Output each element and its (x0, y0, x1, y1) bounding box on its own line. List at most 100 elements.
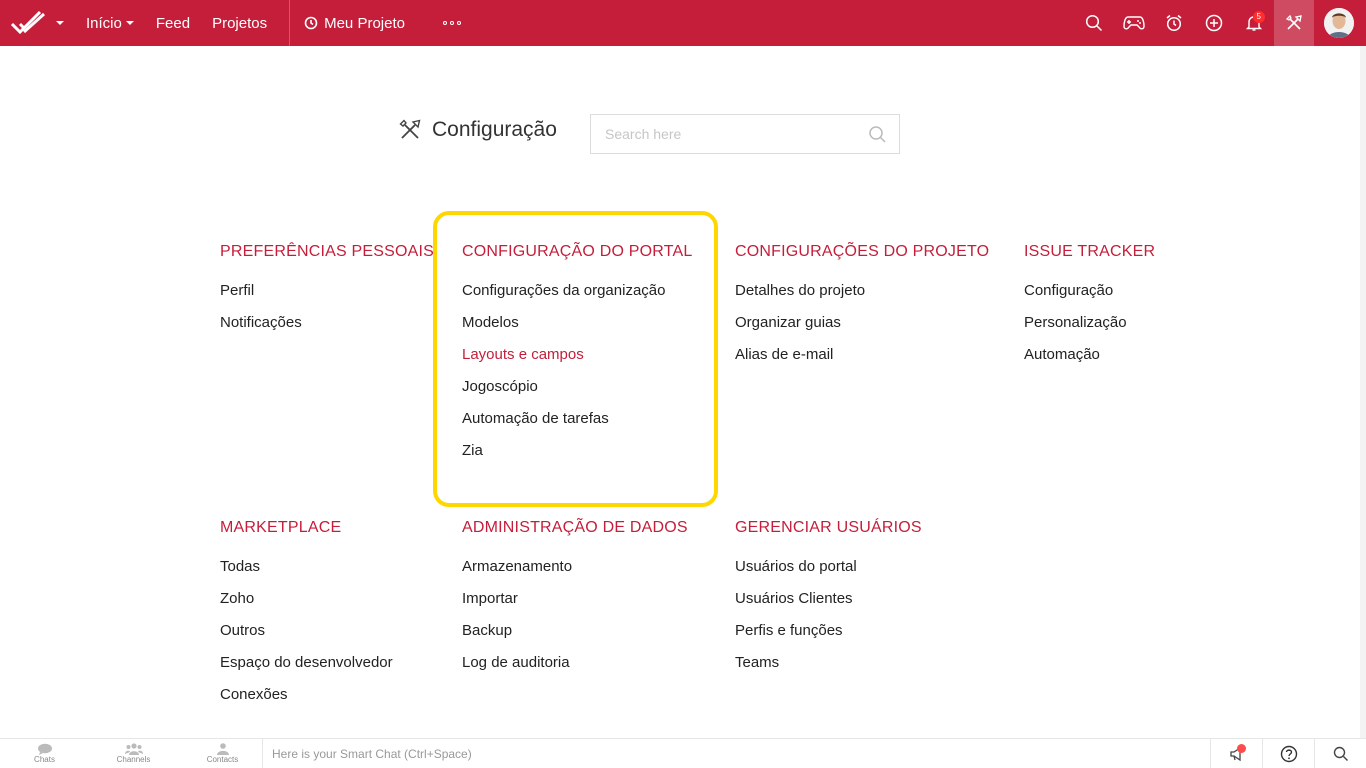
nav-feed[interactable]: Feed (156, 15, 190, 32)
link-conexoes[interactable]: Conexões (220, 686, 393, 718)
link-issue-automacao[interactable]: Automação (1024, 346, 1155, 378)
link-armazenamento[interactable]: Armazenamento (462, 558, 688, 590)
chat-bubble-icon (37, 743, 52, 755)
link-teams[interactable]: Teams (735, 654, 922, 686)
link-layouts-e-campos[interactable]: Layouts e campos (462, 346, 693, 378)
link-backup[interactable]: Backup (462, 622, 688, 654)
current-project[interactable]: Meu Projeto (304, 15, 405, 32)
section-title: PREFERÊNCIAS PESSOAIS (220, 243, 435, 260)
link-automacao-tarefas[interactable]: Automação de tarefas (462, 410, 693, 442)
avatar-face-icon (1324, 8, 1354, 38)
search-icon (1085, 14, 1103, 32)
user-avatar[interactable] (1324, 8, 1354, 38)
section-items: Usuários do portal Usuários Clientes Per… (735, 558, 922, 686)
tab-channels-label: Channels (116, 755, 151, 764)
link-usuarios-clientes[interactable]: Usuários Clientes (735, 590, 922, 622)
link-alias-email[interactable]: Alias de e-mail (735, 346, 989, 378)
nav-divider (289, 0, 291, 46)
section-project-settings: CONFIGURAÇÕES DO PROJETO Detalhes do pro… (735, 243, 989, 378)
notifications-button[interactable]: 5 (1234, 0, 1274, 46)
bottom-search-button[interactable] (1314, 739, 1366, 768)
more-menu-icon[interactable] (442, 21, 461, 25)
chevron-down-icon (56, 21, 64, 25)
nav-feed-label: Feed (155, 14, 191, 32)
nav-inicio-label: Início (86, 14, 122, 32)
tools-icon (399, 119, 421, 139)
link-perfil[interactable]: Perfil (220, 282, 434, 314)
search-icon[interactable] (868, 125, 887, 144)
tools-icon (1285, 14, 1302, 30)
section-items: Todas Zoho Outros Espaço do desenvolvedo… (220, 558, 393, 718)
app-logo-menu[interactable] (10, 6, 68, 40)
gamepad-icon (1123, 16, 1145, 30)
checkmarks-logo-icon (10, 10, 46, 35)
link-modelos[interactable]: Modelos (462, 314, 693, 346)
tab-chats-label: Chats (34, 755, 55, 764)
section-manage-users: GERENCIAR USUÁRIOS Usuários do portal Us… (735, 519, 922, 686)
link-outros[interactable]: Outros (220, 622, 393, 654)
smart-chat-input[interactable] (272, 747, 1210, 761)
current-project-label: Meu Projeto (324, 14, 405, 32)
link-todas[interactable]: Todas (220, 558, 393, 590)
section-title: GERENCIAR USUÁRIOS (735, 519, 922, 536)
notification-count-badge: 5 (1252, 11, 1265, 23)
unread-dot (1237, 744, 1246, 753)
link-log-auditoria[interactable]: Log de auditoria (462, 654, 688, 686)
section-marketplace: MARKETPLACE Todas Zoho Outros Espaço do … (220, 519, 393, 718)
section-issue-tracker: ISSUE TRACKER Configuração Personalizaçã… (1024, 243, 1155, 378)
settings-tools-button[interactable] (1274, 0, 1314, 46)
link-importar[interactable]: Importar (462, 590, 688, 622)
section-title: MARKETPLACE (220, 519, 342, 536)
group-icon (124, 743, 143, 755)
add-icon (1205, 14, 1223, 32)
vertical-scrollbar[interactable] (1360, 46, 1366, 738)
games-button[interactable] (1114, 0, 1154, 46)
top-navigation-bar: Início Feed Projetos Meu Projeto 5 (0, 0, 1366, 46)
main-nav: Início Feed Projetos Meu Projeto (86, 0, 461, 46)
tab-contacts-label: Contacts (206, 755, 239, 764)
bottom-actions (1210, 739, 1366, 768)
section-personal-preferences: PREFERÊNCIAS PESSOAIS Perfil Notificaçõe… (220, 243, 434, 346)
link-espaco-desenvolvedor[interactable]: Espaço do desenvolvedor (220, 654, 393, 686)
add-button[interactable] (1194, 0, 1234, 46)
section-title: CONFIGURAÇÃO DO PORTAL (462, 243, 693, 260)
section-items: Perfil Notificações (220, 282, 434, 346)
tab-channels[interactable]: Channels (89, 739, 178, 768)
link-jogoscopio[interactable]: Jogoscópio (462, 378, 693, 410)
page-header: Configuração (398, 118, 557, 142)
announcements-button[interactable] (1210, 739, 1262, 768)
nav-projetos[interactable]: Projetos (212, 15, 267, 32)
search-button[interactable] (1074, 0, 1114, 46)
nav-projetos-label: Projetos (212, 14, 268, 32)
link-detalhes-projeto[interactable]: Detalhes do projeto (735, 282, 989, 314)
link-perfis-funcoes[interactable]: Perfis e funções (735, 622, 922, 654)
person-icon (216, 743, 229, 755)
timer-button[interactable] (1154, 0, 1194, 46)
tab-contacts[interactable]: Contacts (178, 739, 267, 768)
link-zoho[interactable]: Zoho (220, 590, 393, 622)
nav-inicio[interactable]: Início (86, 15, 134, 32)
alarm-clock-icon (1166, 14, 1182, 32)
tab-chats[interactable]: Chats (0, 739, 89, 768)
topbar-actions: 5 (1074, 0, 1366, 46)
link-zia[interactable]: Zia (462, 442, 693, 474)
link-notificacoes[interactable]: Notificações (220, 314, 434, 346)
bottom-chat-bar: Chats Channels Contacts (0, 738, 1366, 768)
link-configuracoes-organizacao[interactable]: Configurações da organização (462, 282, 693, 314)
section-title: ISSUE TRACKER (1024, 243, 1156, 260)
link-issue-personalizacao[interactable]: Personalização (1024, 314, 1155, 346)
link-issue-configuracao[interactable]: Configuração (1024, 282, 1155, 314)
smart-chat-box (262, 739, 1210, 768)
link-organizar-guias[interactable]: Organizar guias (735, 314, 989, 346)
help-icon (1280, 745, 1297, 763)
page-title: Configuração (432, 118, 557, 141)
chevron-down-icon (125, 21, 134, 25)
section-items: Configurações da organização Modelos Lay… (462, 282, 693, 474)
timer-icon (304, 16, 318, 30)
section-title: CONFIGURAÇÕES DO PROJETO (735, 243, 990, 260)
section-data-administration: ADMINISTRAÇÃO DE DADOS Armazenamento Imp… (462, 519, 688, 686)
link-usuarios-portal[interactable]: Usuários do portal (735, 558, 922, 590)
settings-search-input[interactable] (605, 126, 868, 142)
search-icon (1333, 746, 1348, 761)
help-button[interactable] (1262, 739, 1314, 768)
